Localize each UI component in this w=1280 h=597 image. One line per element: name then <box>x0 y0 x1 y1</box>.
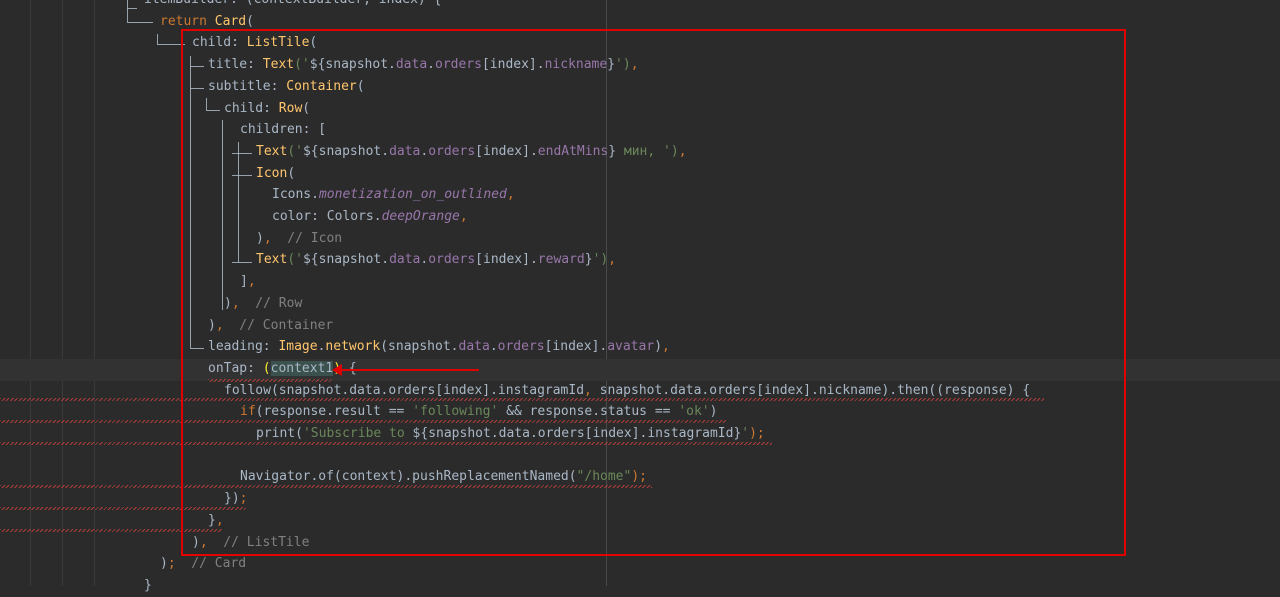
code-token: itemBuilder: (contextBuilder, index) { <box>144 0 441 7</box>
annotation-arrow <box>340 369 479 371</box>
highlight-annotation-box <box>181 29 1126 556</box>
code-token: // Card <box>175 556 247 572</box>
code-token: ) <box>160 556 168 572</box>
annotation-arrow-head-icon <box>332 364 342 376</box>
code-line[interactable]: itemBuilder: (contextBuilder, index) { <box>0 0 1280 11</box>
code-token: ( <box>246 13 254 29</box>
code-token: } <box>144 577 152 593</box>
tree-connector <box>127 8 128 22</box>
code-token: return <box>160 13 215 29</box>
code-token: ; <box>167 556 176 572</box>
tree-connector <box>157 34 158 44</box>
tree-connector <box>127 22 153 23</box>
code-token: Card <box>214 13 247 29</box>
tree-connector <box>127 0 128 8</box>
code-line[interactable]: ); // Card <box>0 553 1280 575</box>
code-editor[interactable]: itemBuilder: (contextBuilder, index) { re… <box>0 0 1280 593</box>
tree-connector <box>127 8 137 9</box>
